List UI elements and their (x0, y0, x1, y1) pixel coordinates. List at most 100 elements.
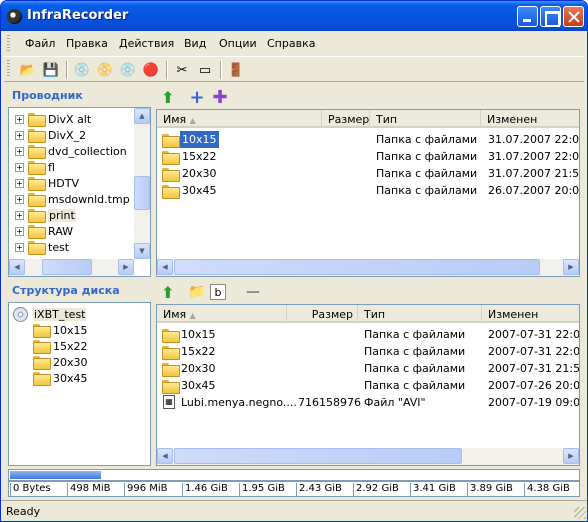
explorer-tree[interactable]: + DivX alt + DivX_2 + dvd_collection + fl + H… (8, 107, 151, 277)
menu-edit[interactable]: Правка (66, 37, 108, 50)
disc-file-row[interactable]: 20x30 Папка с файлами 2007-07-31 21:54: (157, 360, 579, 377)
tree-item[interactable]: + print (15, 207, 76, 223)
column-header-type[interactable]: Тип (370, 110, 481, 128)
disc-up-folder-button[interactable]: ⬆ (158, 282, 178, 302)
folder-icon (28, 145, 46, 159)
disc-file-row[interactable]: 10x15 Папка с файлами 2007-07-31 22:05: (157, 326, 579, 343)
tree-item[interactable]: + DivX_2 (15, 127, 86, 143)
folder-icon (33, 340, 51, 354)
maximize-button[interactable] (540, 6, 561, 27)
new-folder-button[interactable]: 📁 (187, 282, 207, 302)
disc-capacity-fill (10, 471, 102, 479)
disc-file-list[interactable]: Имя ▲ Размер Тип Изменен 10x15 Папка с ф… (156, 304, 580, 466)
up-arrow-icon: ⬆ (161, 282, 175, 302)
scroll-left-button[interactable]: ◀ (9, 259, 25, 275)
tree-horizontal-scrollbar[interactable]: ◀ ▶ (9, 259, 134, 276)
scroll-right-button[interactable]: ▶ (563, 448, 579, 464)
disc-file-row[interactable]: 30x45 Папка с файлами 2007-07-26 20:08: (157, 377, 579, 394)
capacity-tick: 1.95 GiB (239, 483, 285, 496)
drive-button[interactable]: ▭ (195, 60, 215, 80)
scroll-left-button[interactable]: ◀ (157, 259, 173, 275)
plus-icon: + (189, 86, 205, 108)
menu-file[interactable]: Файл (25, 37, 55, 50)
minimize-button[interactable] (517, 6, 538, 27)
disc-tree-item[interactable]: 10x15 (33, 322, 88, 338)
title-bar[interactable]: InfraRecorder (1, 1, 587, 31)
folder-icon (162, 346, 180, 360)
capacity-tick: 3.41 GiB (410, 483, 456, 496)
cd-icon (13, 306, 28, 322)
scroll-thumb[interactable] (134, 176, 150, 210)
menu-options[interactable]: Опции (219, 37, 257, 50)
copy-disc-button[interactable]: 📀 (95, 60, 115, 80)
folder-icon (162, 363, 180, 377)
disc-info-button[interactable]: 🔴 (141, 60, 161, 80)
tree-item[interactable]: + test (15, 239, 69, 255)
tree-item[interactable]: + msdownld.tmp (15, 191, 130, 207)
file-row[interactable]: 15x22 Папка с файлами 31.07.2007 22:04 (157, 148, 579, 165)
column-header-type[interactable]: Тип (358, 305, 482, 323)
explorer-title: Проводник (12, 89, 83, 102)
resize-grip-icon[interactable] (574, 507, 586, 519)
remove-button[interactable]: — (243, 282, 263, 302)
capacity-tick: 1.46 GiB (182, 483, 228, 496)
tree-item[interactable]: + DivX alt (15, 111, 91, 127)
status-bar: Ready (1, 500, 587, 521)
exit-icon: 🚪 (227, 62, 245, 78)
file-row[interactable]: 30x45 Папка с файлами 26.07.2007 20:08 (157, 182, 579, 199)
file-list-horizontal-scrollbar[interactable]: ◀ ▶ (157, 259, 579, 276)
open-project-button[interactable]: 📂 (18, 60, 38, 80)
burn-disc-button[interactable]: 💿 (72, 60, 92, 80)
disc-info-icon: 🔴 (142, 62, 160, 78)
add-all-button[interactable]: ✚ (210, 87, 230, 108)
column-header-modified[interactable]: Изменен (481, 110, 579, 128)
column-header-size[interactable]: Размер (287, 305, 358, 323)
scroll-thumb[interactable] (174, 259, 540, 275)
tools-button[interactable]: ✂ (172, 60, 192, 80)
open-folder-icon: 📂 (19, 62, 37, 78)
file-row[interactable]: 20x30 Папка с файлами 31.07.2007 21:54 (157, 165, 579, 182)
tree-vertical-scrollbar[interactable]: ▲ ▼ (134, 108, 150, 259)
menu-help[interactable]: Справка (267, 37, 315, 50)
scroll-right-button[interactable]: ▶ (563, 259, 579, 275)
up-folder-button[interactable]: ⬆ (158, 87, 178, 107)
folder-icon (28, 177, 46, 191)
column-header-name[interactable]: Имя ▲ (157, 110, 322, 128)
disc-file-row[interactable]: 15x22 Папка с файлами 2007-07-31 22:04: (157, 343, 579, 360)
rename-button[interactable]: b (210, 284, 226, 300)
disc-tree-item[interactable]: 30x45 (33, 370, 88, 386)
rename-icon: b (214, 285, 222, 299)
disc-tree-item[interactable]: 20x30 (33, 354, 88, 370)
column-header-size[interactable]: Размер (322, 110, 370, 128)
save-project-button[interactable]: 💾 (41, 60, 61, 80)
disc-file-row[interactable]: ▦ Lubi.menya.negno.... 716158976 Файл "A… (157, 394, 579, 411)
scroll-thumb[interactable] (174, 448, 462, 464)
disc-list-horizontal-scrollbar[interactable]: ◀ ▶ (157, 448, 579, 465)
column-header-modified[interactable]: Изменен (482, 305, 579, 323)
scroll-down-button[interactable]: ▼ (134, 243, 150, 259)
scroll-thumb[interactable] (42, 259, 92, 275)
tree-item[interactable]: + fl (15, 159, 55, 175)
menu-actions[interactable]: Действия (119, 37, 174, 50)
column-header-name[interactable]: Имя ▲ (157, 305, 287, 323)
scroll-left-button[interactable]: ◀ (157, 448, 173, 464)
close-button[interactable] (563, 6, 584, 27)
disc-erase-icon: 💿 (119, 62, 137, 78)
explorer-file-list[interactable]: Имя ▲ Размер Тип Изменен 10x15 Папка с ф… (156, 109, 580, 277)
menu-grip (7, 35, 10, 53)
tree-item[interactable]: + HDTV (15, 175, 79, 191)
exit-button[interactable]: 🚪 (226, 60, 246, 80)
disc-tree-item[interactable]: 15x22 (33, 338, 88, 354)
scroll-up-button[interactable]: ▲ (134, 108, 150, 124)
disc-tree[interactable]: iXBT_test 10x15 15x22 20x30 30x45 (8, 302, 151, 466)
file-row[interactable]: 10x15 Папка с файлами 31.07.2007 22:05 (157, 131, 579, 148)
capacity-tick: 2.92 GiB (353, 483, 399, 496)
menu-view[interactable]: Вид (184, 37, 206, 50)
scroll-right-button[interactable]: ▶ (118, 259, 134, 275)
tree-item[interactable]: + RAW (15, 223, 73, 239)
toolbar: 📂 💾 💿 📀 💿 🔴 ✂ ▭ 🚪 (4, 56, 584, 82)
disc-root-item[interactable]: iXBT_test (13, 306, 87, 322)
add-button[interactable]: + (187, 86, 207, 108)
erase-disc-button[interactable]: 💿 (118, 60, 138, 80)
tree-item[interactable]: + dvd_collection (15, 143, 127, 159)
